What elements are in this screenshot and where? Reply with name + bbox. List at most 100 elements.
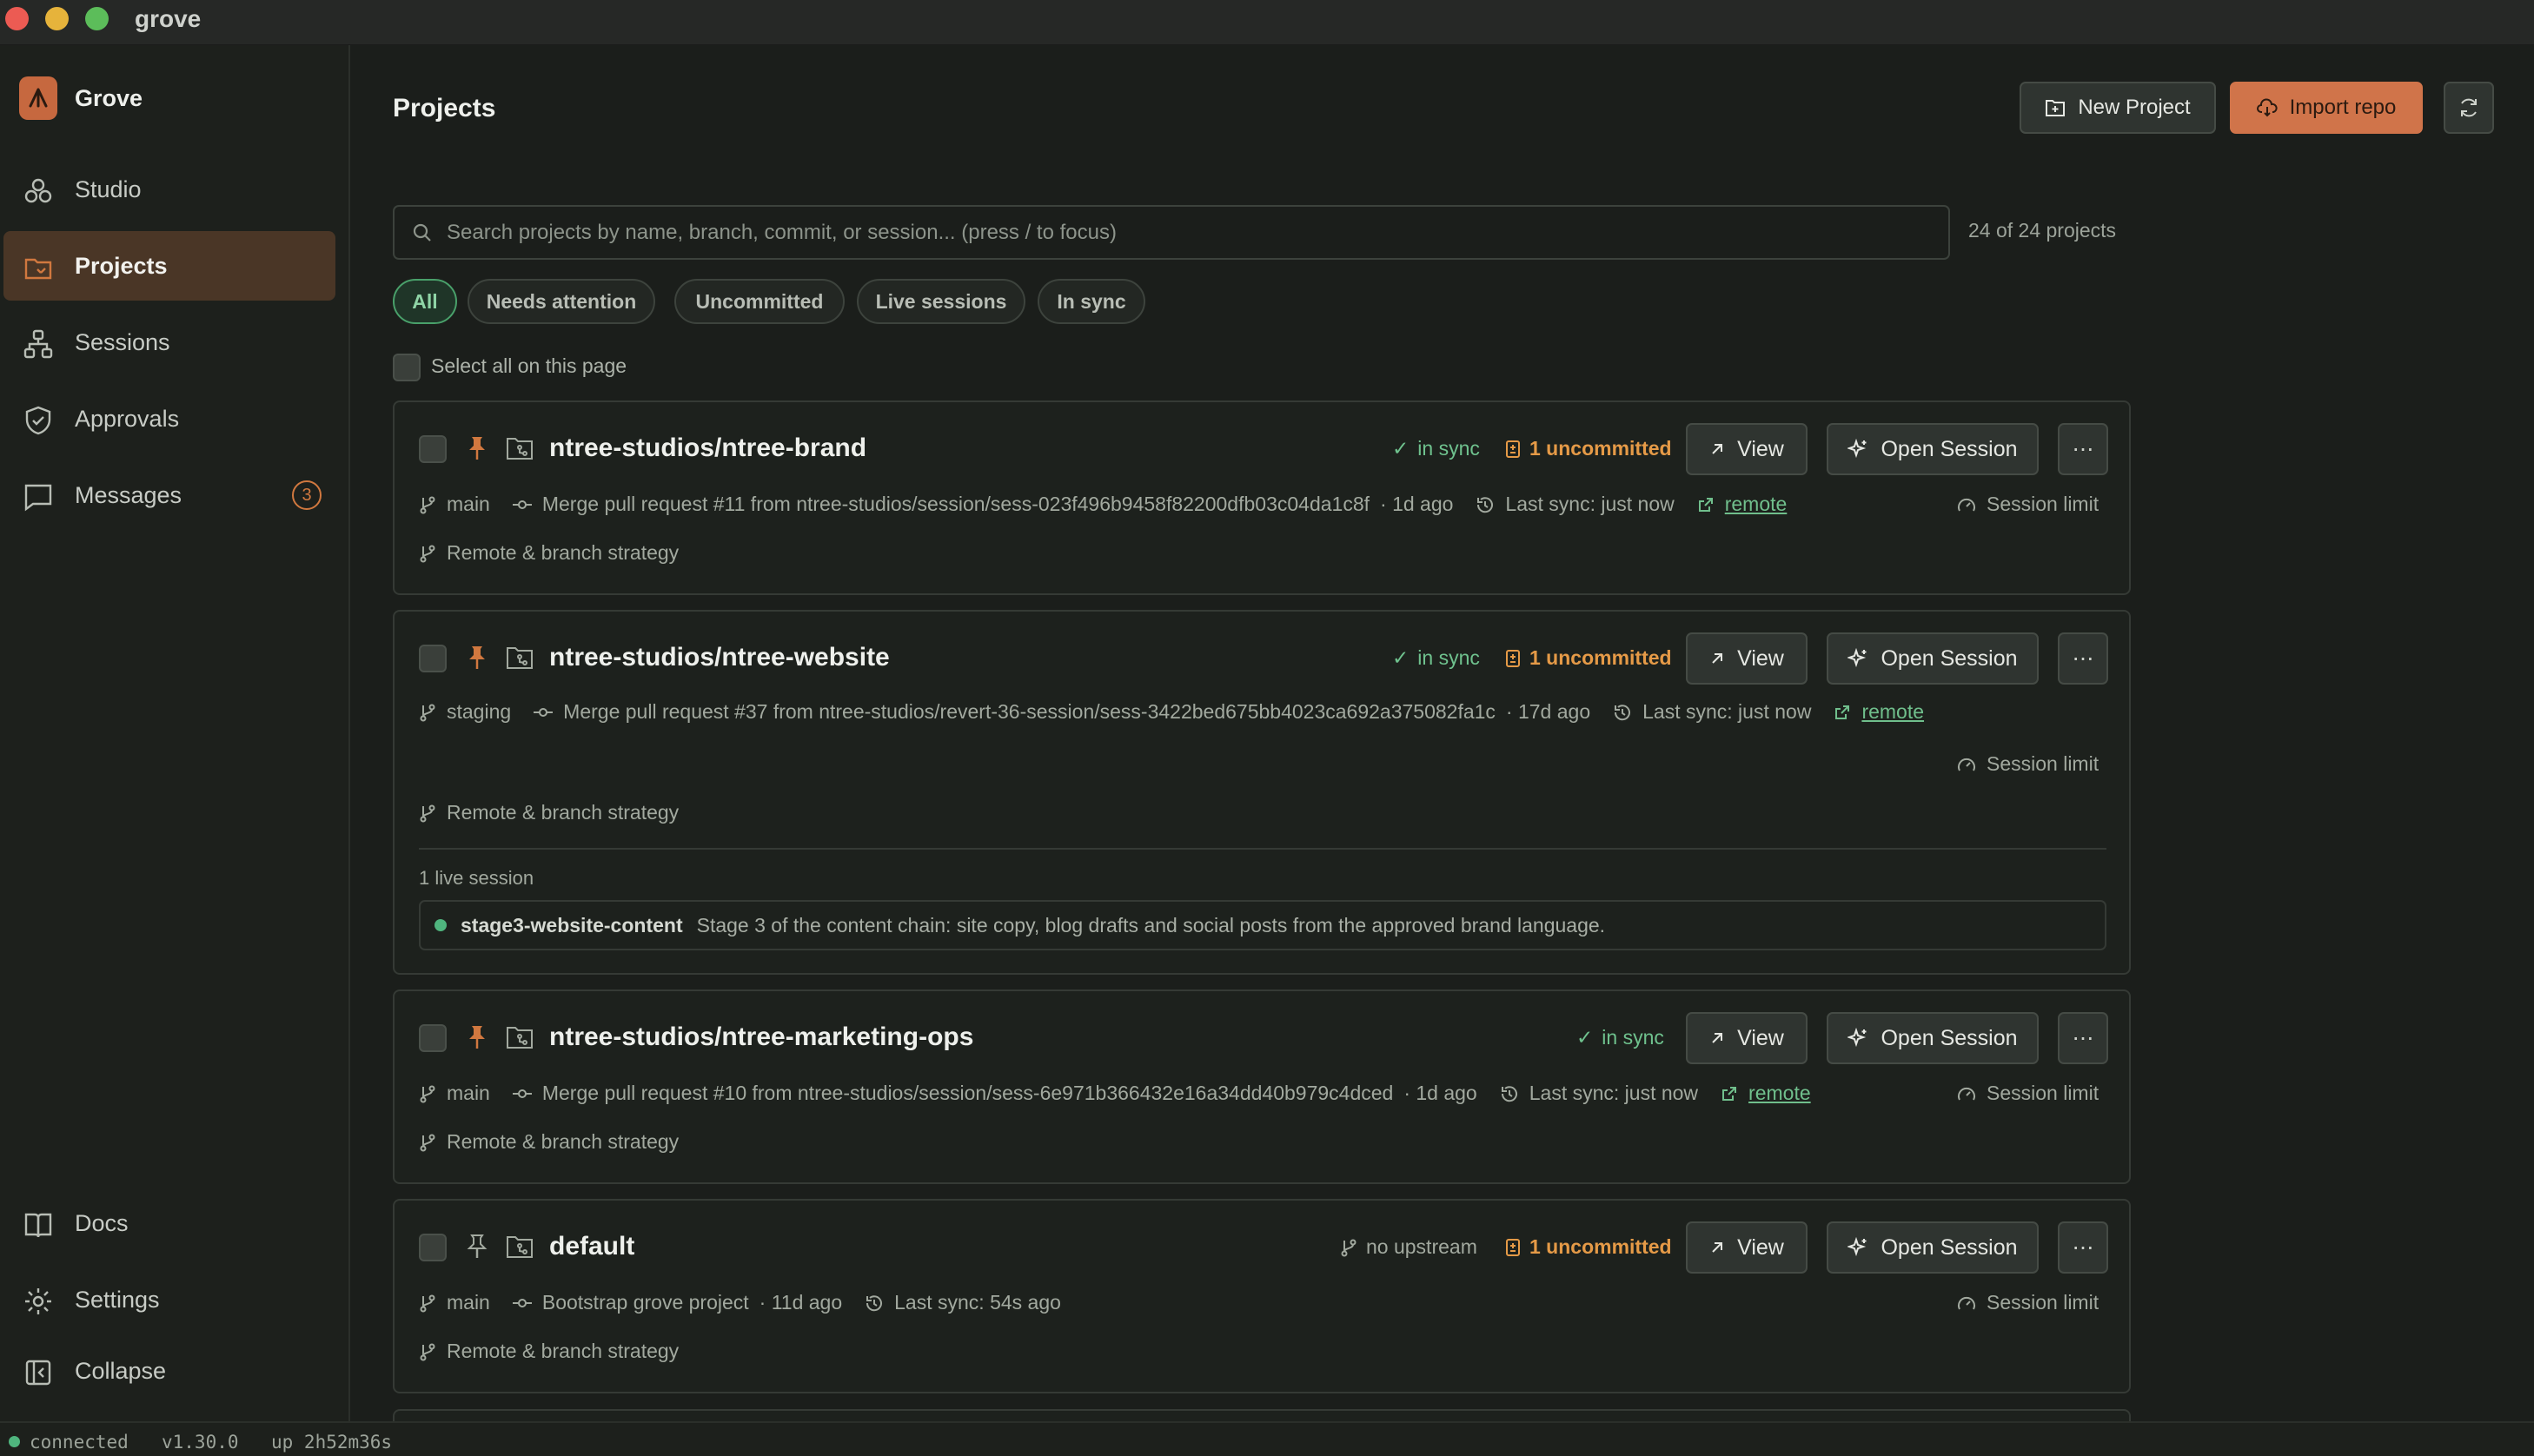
open-session-button[interactable]: Open Session	[1827, 632, 2039, 685]
open-session-label: Open Session	[1881, 645, 2018, 671]
branch-name: main	[447, 1082, 490, 1104]
pin-icon[interactable]	[466, 435, 488, 461]
branch-name: staging	[447, 700, 512, 723]
project-checkbox[interactable]	[419, 1234, 447, 1261]
new-project-button[interactable]: New Project	[2020, 82, 2216, 134]
session-limit[interactable]: Session limit	[1957, 1082, 2099, 1105]
sidebar-item-settings[interactable]: Settings	[3, 1265, 335, 1334]
branch-strategy-link[interactable]: Remote & branch strategy	[419, 541, 679, 565]
more-options-button[interactable]: ⋯	[2058, 1012, 2108, 1064]
pin-icon[interactable]	[466, 645, 488, 671]
check-icon: ✓	[1392, 437, 1410, 460]
project-checkbox[interactable]	[419, 645, 447, 672]
pin-outline-icon[interactable]	[466, 1234, 488, 1260]
project-checkbox[interactable]	[419, 435, 447, 463]
divider	[419, 848, 2106, 850]
gauge-icon	[1957, 756, 1976, 773]
open-session-button[interactable]: Open Session	[1827, 1012, 2039, 1064]
sidebar: Grove Studio Projects Sessions Approvals…	[0, 45, 350, 1421]
select-all-checkbox[interactable]	[393, 354, 421, 381]
session-limit[interactable]: Session limit	[1957, 493, 2099, 516]
more-options-button[interactable]: ⋯	[2058, 632, 2108, 685]
search-input[interactable]: Search projects by name, branch, commit,…	[393, 205, 1950, 260]
more-options-button[interactable]: ⋯	[2058, 423, 2108, 475]
uptime: up 2h52m36s	[271, 1432, 393, 1453]
uncommitted-label: 1 uncommitted	[1529, 646, 1672, 669]
title-bar: grove	[0, 0, 2534, 45]
remote-link[interactable]: remote	[1861, 700, 1924, 724]
sidebar-item-studio[interactable]: Studio	[3, 155, 335, 224]
project-meta-row: main Bootstrap grove project · 11d ago L…	[419, 1291, 1061, 1314]
open-session-button[interactable]: Open Session	[1827, 1221, 2039, 1274]
session-limit-label: Session limit	[1987, 493, 2100, 515]
arrow-up-right-icon	[1709, 1030, 1725, 1046]
refresh-button[interactable]	[2444, 82, 2494, 134]
sidebar-item-label: Studio	[75, 175, 142, 202]
brand-name: Grove	[75, 84, 143, 111]
filter-all[interactable]: All	[393, 279, 457, 324]
uncommitted-label: 1 uncommitted	[1529, 1235, 1672, 1258]
view-button[interactable]: View	[1686, 1221, 1808, 1274]
branch-icon	[419, 1133, 436, 1152]
uncommitted-status: 1 uncommitted	[1505, 1235, 1672, 1259]
more-options-button[interactable]: ⋯	[2058, 1221, 2108, 1274]
branch-strategy-link[interactable]: Remote & branch strategy	[419, 1340, 679, 1363]
grove-logo-icon	[19, 76, 57, 120]
import-repo-button[interactable]: Import repo	[2230, 82, 2423, 134]
branch-strategy-link[interactable]: Remote & branch strategy	[419, 801, 679, 824]
minimize-window-button[interactable]	[45, 7, 69, 30]
sidebar-item-label: Docs	[75, 1209, 129, 1236]
filter-live-sessions[interactable]: Live sessions	[857, 279, 1025, 324]
repo-name[interactable]: ntree-studios/ntree-brand	[549, 433, 866, 463]
gear-icon	[23, 1286, 54, 1317]
sync-status: ✓ in sync	[1392, 646, 1480, 670]
live-session-row[interactable]: stage3-website-content Stage 3 of the co…	[419, 900, 2106, 950]
project-checkbox[interactable]	[419, 1024, 447, 1052]
pin-icon[interactable]	[466, 1024, 488, 1050]
branch-icon	[419, 703, 436, 722]
zoom-window-button[interactable]	[85, 7, 109, 30]
view-button[interactable]: View	[1686, 423, 1808, 475]
commit-age: · 17d ago	[1505, 700, 1591, 723]
sidebar-item-sessions[interactable]: Sessions	[3, 308, 335, 377]
repo-name[interactable]: default	[549, 1232, 634, 1261]
remote-link[interactable]: remote	[1748, 1082, 1811, 1105]
session-limit[interactable]: Session limit	[1957, 1291, 2099, 1314]
open-session-label: Open Session	[1881, 436, 2018, 461]
collapse-icon	[23, 1357, 54, 1388]
close-window-button[interactable]	[5, 7, 29, 30]
filter-needs-attention[interactable]: Needs attention	[468, 279, 655, 324]
view-button[interactable]: View	[1686, 1012, 1808, 1064]
filter-uncommitted[interactable]: Uncommitted	[674, 279, 845, 324]
filter-in-sync[interactable]: In sync	[1038, 279, 1145, 324]
view-label: View	[1737, 645, 1784, 671]
brand[interactable]: Grove	[19, 76, 143, 120]
sidebar-item-collapse[interactable]: Collapse	[3, 1336, 335, 1406]
open-session-button[interactable]: Open Session	[1827, 423, 2039, 475]
sidebar-item-docs[interactable]: Docs	[3, 1188, 335, 1258]
project-card: ntree-studios/ntree-website ✓ in sync 1 u…	[393, 610, 2131, 975]
history-icon	[1500, 1084, 1519, 1103]
commit-age: · 1d ago	[1403, 1082, 1477, 1104]
open-session-label: Open Session	[1881, 1025, 2018, 1050]
branch-strategy-link[interactable]: Remote & branch strategy	[419, 1130, 679, 1154]
app-version: v1.30.0	[162, 1432, 239, 1453]
project-card-partial	[393, 1409, 2131, 1421]
folder-git-icon	[506, 645, 534, 671]
sidebar-item-projects[interactable]: Projects	[3, 231, 335, 301]
repo-name[interactable]: ntree-studios/ntree-marketing-ops	[549, 1023, 973, 1052]
project-count: 24 of 24 projects	[1968, 219, 2117, 242]
repo-name[interactable]: ntree-studios/ntree-website	[549, 643, 890, 672]
sparkle-icon	[1847, 648, 1868, 669]
branch-icon	[419, 1294, 436, 1313]
unread-badge: 3	[292, 480, 322, 510]
remote-link[interactable]: remote	[1725, 493, 1788, 516]
branch-strategy-label: Remote & branch strategy	[447, 801, 680, 824]
sidebar-item-messages[interactable]: Messages 3	[3, 460, 335, 530]
view-button[interactable]: View	[1686, 632, 1808, 685]
sidebar-item-approvals[interactable]: Approvals	[3, 384, 335, 453]
session-limit[interactable]: Session limit	[1957, 752, 2099, 776]
search-placeholder: Search projects by name, branch, commit,…	[447, 220, 1117, 244]
branch-icon	[419, 544, 436, 563]
gauge-icon	[1957, 1085, 1976, 1102]
